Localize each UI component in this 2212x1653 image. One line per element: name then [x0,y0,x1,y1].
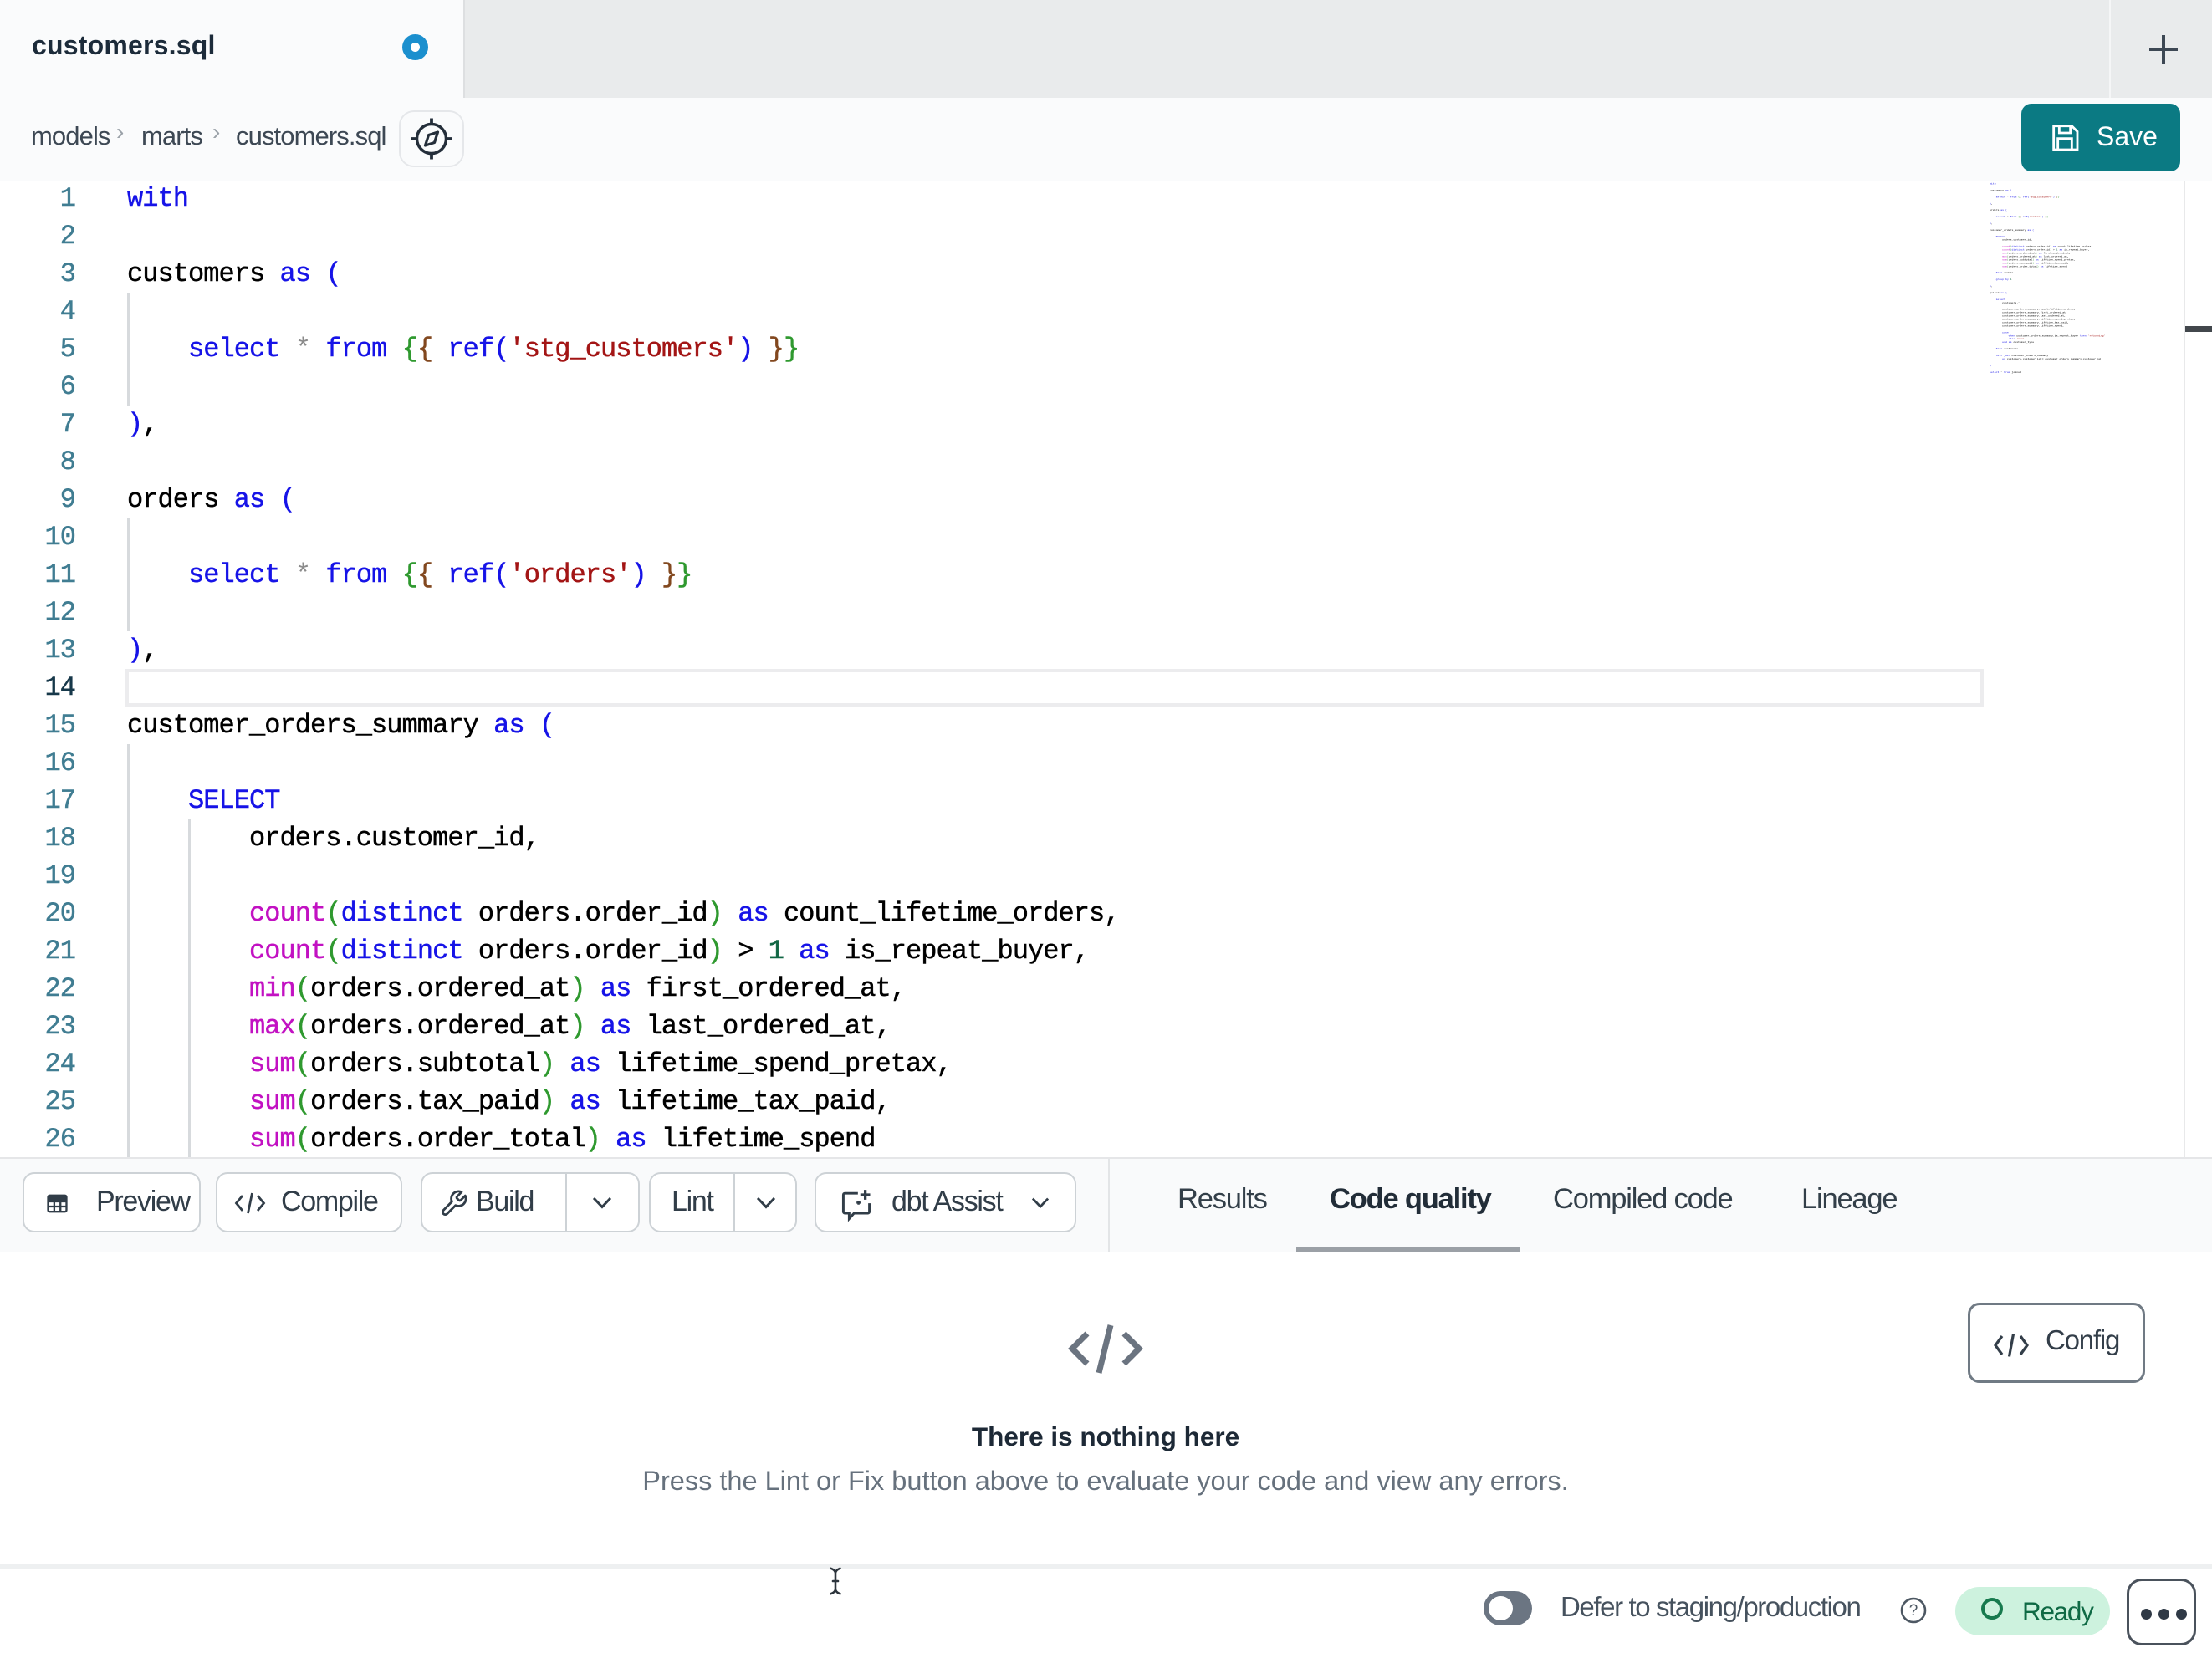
svg-text:?: ? [1909,1602,1918,1620]
